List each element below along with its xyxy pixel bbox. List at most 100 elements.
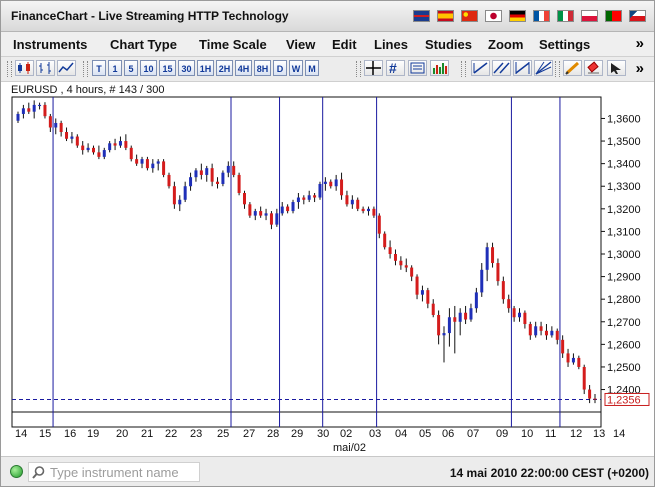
japan-flag-icon[interactable] — [485, 10, 502, 22]
timeframe-1-button[interactable]: 1 — [108, 60, 122, 76]
candlestick-chart-icon[interactable] — [15, 60, 34, 76]
menu-settings[interactable]: Settings — [539, 37, 590, 52]
menu-lines[interactable]: Lines — [374, 37, 408, 52]
candle — [248, 202, 252, 218]
timeframe-15-button[interactable]: 15 — [159, 60, 176, 76]
timeframe-30-button[interactable]: 30 — [178, 60, 195, 76]
candle-body — [275, 213, 279, 225]
edit-pencil-icon[interactable] — [563, 60, 582, 76]
price-chart[interactable]: 1,24001,25001,26001,27001,28001,29001,30… — [1, 82, 654, 456]
candle-body — [237, 174, 241, 194]
candle-body — [43, 104, 47, 117]
x-tick-label: 27 — [243, 428, 255, 440]
candle-body — [507, 299, 511, 309]
portugal-flag-icon[interactable] — [605, 10, 622, 22]
candle-body — [199, 170, 203, 175]
candle-body — [27, 108, 31, 112]
china-flag-icon[interactable] — [461, 10, 478, 22]
timeframe-8h-button[interactable]: 8H — [254, 60, 271, 76]
crosshair-icon[interactable] — [364, 60, 383, 76]
candle-body — [48, 116, 52, 128]
chart-area[interactable]: 1,2400 1,2500 1,2600 1,2700 1,2800 1,2900 1,30… — [1, 82, 654, 456]
candle-body — [350, 199, 354, 205]
volume-icon[interactable] — [430, 60, 449, 76]
candle-body — [38, 104, 42, 107]
spain-flag-icon[interactable] — [437, 10, 454, 22]
candle-body — [248, 204, 252, 216]
candle-body — [528, 324, 532, 336]
timeframe-4h-button[interactable]: 4H — [235, 60, 252, 76]
italy-flag-icon[interactable] — [557, 10, 574, 22]
x-tick-label: 15 — [39, 428, 51, 440]
france-flag-icon[interactable] — [533, 10, 550, 22]
candle-body — [577, 357, 581, 367]
timeframe-m-button[interactable]: M — [305, 60, 319, 76]
candle-body — [291, 202, 295, 212]
poland-flag-icon[interactable] — [581, 10, 598, 22]
menu-overflow-button[interactable]: » — [636, 35, 644, 52]
timeframe-5-button[interactable]: 5 — [124, 60, 138, 76]
timeframe-1h-button[interactable]: 1H — [197, 60, 214, 76]
candle-body — [469, 308, 473, 320]
menu-studies[interactable]: Studies — [425, 37, 472, 52]
menu-time-scale[interactable]: Time Scale — [199, 37, 267, 52]
candle-body — [356, 199, 360, 209]
draw-line-icon[interactable] — [471, 60, 490, 76]
app-window: FinanceChart - Live Streaming HTTP Techn… — [0, 0, 655, 487]
candle-body — [437, 314, 441, 336]
menu-chart-type[interactable]: Chart Type — [110, 37, 177, 52]
candle-body — [232, 165, 236, 175]
x-tick-label: 12 — [570, 428, 582, 440]
menu-view[interactable]: View — [286, 37, 315, 52]
eraser-icon[interactable] — [584, 60, 603, 76]
y-tick-label: 1,2900 — [607, 272, 641, 284]
plot-frame — [11, 96, 602, 428]
data-window-icon[interactable] — [408, 60, 427, 76]
timeframe-10-button[interactable]: 10 — [140, 60, 157, 76]
title-bar: FinanceChart - Live Streaming HTTP Techn… — [1, 1, 654, 32]
toolbar-grip[interactable] — [7, 61, 12, 77]
czech-flag-icon[interactable] — [629, 10, 646, 22]
timeframe-t-button[interactable]: T — [92, 60, 106, 76]
germany-flag-icon[interactable] — [509, 10, 526, 22]
toolbar-overflow-button[interactable]: » — [636, 60, 644, 77]
candle — [383, 231, 387, 250]
y-tick-label: 1,2700 — [607, 317, 641, 329]
candle-body — [183, 186, 187, 200]
line-chart-icon[interactable] — [57, 60, 76, 76]
draw-gann-icon[interactable] — [534, 60, 553, 76]
timeframe-d-button[interactable]: D — [273, 60, 287, 76]
menu-zoom[interactable]: Zoom — [488, 37, 523, 52]
draw-channel-icon[interactable] — [492, 60, 511, 76]
menu-edit[interactable]: Edit — [332, 37, 357, 52]
candle-body — [474, 292, 478, 309]
timeframe-2h-button[interactable]: 2H — [216, 60, 233, 76]
toolbar-grip[interactable] — [83, 61, 88, 77]
candle-body — [221, 172, 225, 184]
connection-status-icon — [10, 465, 23, 478]
candle-body — [75, 136, 79, 146]
toolbar-grip[interactable] — [356, 61, 361, 77]
y-tick-label: 1,3300 — [607, 181, 641, 193]
x-tick-label: 05 — [419, 428, 431, 440]
instrument-search-input[interactable] — [50, 464, 196, 480]
candle-body — [539, 326, 543, 331]
instrument-search[interactable] — [28, 462, 200, 482]
timeframe-w-button[interactable]: W — [289, 60, 303, 76]
draw-fibonacci-icon[interactable] — [513, 60, 532, 76]
x-tick-label: 22 — [165, 428, 177, 440]
toolbar-grip[interactable] — [555, 61, 560, 77]
uk-flag-icon[interactable] — [413, 10, 430, 22]
bar-chart-icon[interactable] — [36, 60, 55, 76]
candle-body — [86, 147, 90, 151]
menu-instruments[interactable]: Instruments — [13, 37, 87, 52]
pointer-icon[interactable] — [607, 60, 626, 76]
candle-body — [226, 165, 230, 173]
grid-icon[interactable]: # — [386, 60, 405, 76]
candle-body — [172, 186, 176, 205]
candle-body — [151, 163, 155, 169]
toolbar-grip[interactable] — [461, 61, 466, 77]
candle-body — [16, 113, 20, 121]
candle — [318, 181, 322, 200]
candle-body — [307, 195, 311, 200]
